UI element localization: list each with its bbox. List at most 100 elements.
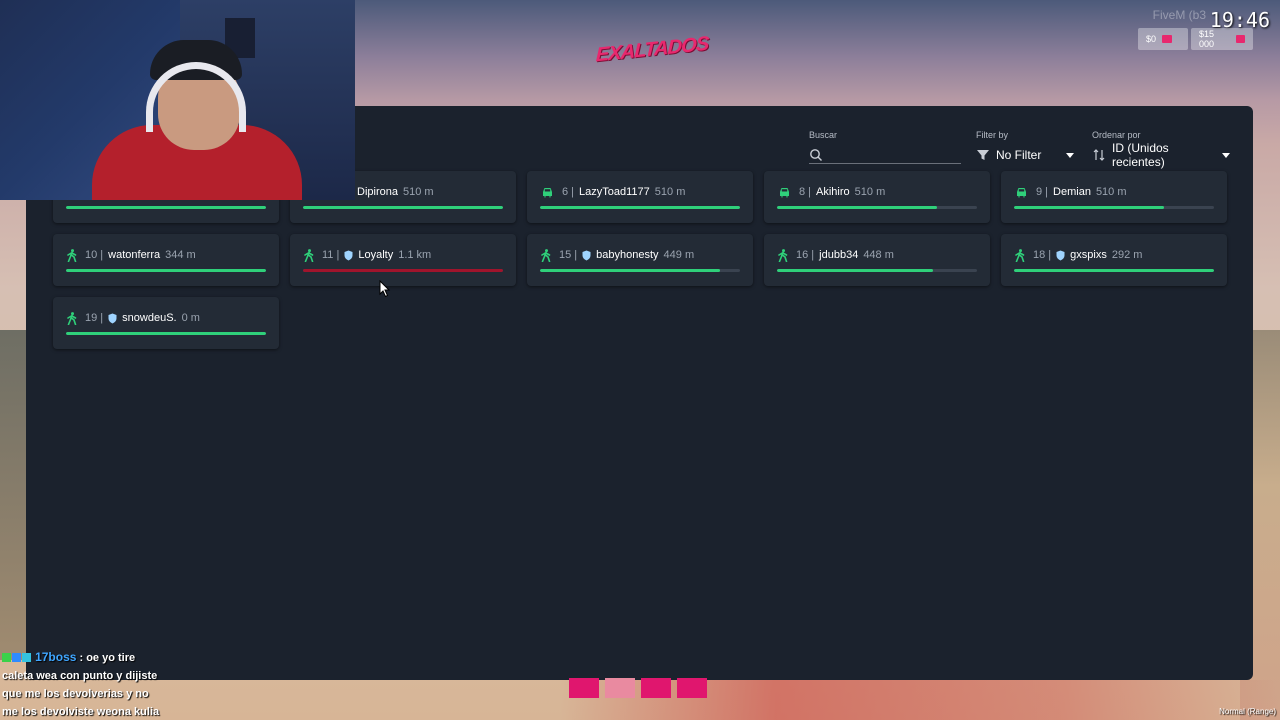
search-input[interactable] (809, 146, 961, 164)
player-name: Loyalty (358, 249, 394, 261)
player-card[interactable]: 19 | snowdeuS. 0 m (53, 297, 279, 349)
health-bar-fill (66, 206, 266, 209)
cash-display: $0 (1138, 28, 1188, 50)
health-bar-fill (777, 206, 937, 209)
player-card[interactable]: 16 | jdubb34 448 m (764, 234, 990, 286)
mouse-cursor-icon (379, 279, 391, 303)
player-card[interactable]: 18 | gxspixs 292 m (1001, 234, 1227, 286)
car-icon (778, 187, 791, 198)
health-bar (540, 269, 740, 272)
sort-dropdown[interactable]: ID (Unidos recientes) (1092, 141, 1230, 169)
sort-value: ID (Unidos recientes) (1112, 141, 1169, 169)
walking-icon (67, 248, 77, 262)
chat-text-line: que me los devolverias y no (2, 688, 149, 700)
health-bar (303, 269, 503, 272)
health-bar-fill (777, 269, 933, 272)
player-distance: 344 m (165, 249, 196, 261)
walking-icon (541, 248, 551, 262)
player-name: jdubb34 (819, 249, 859, 261)
player-card-header: 10 | watonferra 344 m (67, 248, 267, 262)
player-id: 19 | (85, 312, 104, 324)
cash-amount: $0 (1146, 34, 1157, 44)
filter-value: No Filter (996, 148, 1042, 162)
sort-icon (1092, 148, 1106, 162)
health-bar (1014, 269, 1214, 272)
player-card-header: 15 | babyhonesty 449 m (541, 248, 741, 262)
hotbar-slot[interactable] (569, 678, 599, 698)
player-card-header: 9 | Demian 510 m (1015, 185, 1215, 199)
health-bar-fill (66, 269, 266, 272)
player-name: Dipirona (357, 186, 398, 198)
player-distance: 510 m (654, 186, 686, 198)
chat-text-line: caleta wea con punto y dijiste (2, 670, 158, 682)
bank-icon (1235, 35, 1245, 43)
player-id: 16 | (796, 249, 815, 261)
player-distance: 449 m (663, 249, 695, 261)
shield-icon (582, 250, 591, 261)
hotbar (569, 678, 707, 698)
player-name: babyhonesty (596, 249, 659, 261)
player-id: 10 | (85, 249, 104, 261)
chat-username[interactable]: 17boss (35, 650, 76, 664)
health-bar-fill (303, 206, 503, 209)
badge-icon (22, 653, 31, 662)
chevron-down-icon (1222, 152, 1230, 158)
health-bar (540, 206, 740, 209)
player-card[interactable]: 15 | babyhonesty 449 m (527, 234, 753, 286)
voice-mode-label: Normal (Range) (1219, 707, 1276, 716)
player-card-header: 6 | LazyToad1177 510 m (541, 185, 741, 199)
chevron-down-icon (1066, 152, 1074, 158)
player-name: watonferra (108, 249, 161, 261)
filter-icon (976, 148, 990, 162)
player-name: gxspixs (1070, 249, 1107, 261)
player-card[interactable]: 6 | LazyToad1177 510 m (527, 171, 753, 223)
walking-icon (778, 248, 788, 262)
cash-icon (1162, 35, 1173, 43)
player-distance: 510 m (402, 186, 434, 198)
webcam-overlay (0, 0, 355, 200)
walking-icon (1015, 248, 1025, 262)
shield-icon (344, 250, 353, 261)
health-bar (1014, 206, 1214, 209)
fivem-watermark: FiveM (b3 (1152, 8, 1206, 22)
filter-control: Filter by No Filter (976, 130, 1074, 164)
filter-label: Filter by (976, 130, 1009, 140)
sort-control: Ordenar por ID (Unidos recientes) (1092, 130, 1230, 169)
player-id: 9 | (1036, 186, 1049, 198)
health-bar-fill (66, 332, 266, 335)
filter-dropdown[interactable]: No Filter (976, 146, 1074, 164)
player-card[interactable]: 10 | watonferra 344 m (53, 234, 279, 286)
player-card-header: 11 | Loyalty 1.1 km (304, 248, 504, 262)
health-bar-fill (1014, 206, 1164, 209)
bank-display: $15 000 (1191, 28, 1253, 50)
player-card[interactable]: 9 | Demian 510 m (1001, 171, 1227, 223)
player-card-header: 19 | snowdeuS. 0 m (67, 311, 267, 325)
player-name: LazyToad1177 (579, 186, 650, 198)
health-bar-fill (303, 269, 503, 272)
walking-icon (304, 248, 314, 262)
chat-text-line: me los devolviste weona kulia (2, 706, 160, 718)
hotbar-slot[interactable] (605, 678, 635, 698)
health-bar-fill (540, 206, 740, 209)
player-card-header: 18 | gxspixs 292 m (1015, 248, 1215, 262)
walking-icon (67, 311, 77, 325)
health-bar (303, 206, 503, 209)
hotbar-slot[interactable] (641, 678, 671, 698)
player-distance: 0 m (181, 312, 200, 324)
health-bar (66, 206, 266, 209)
bank-amount: $15 000 (1199, 29, 1215, 49)
player-id: 8 | (799, 186, 812, 198)
health-bar (66, 332, 266, 335)
player-id: 11 | (322, 249, 340, 261)
health-bar (66, 269, 266, 272)
player-distance: 292 m (1111, 249, 1143, 261)
hotbar-slot[interactable] (677, 678, 707, 698)
player-distance: 510 m (854, 186, 886, 198)
chat-text: : oe yo tire (79, 652, 136, 664)
player-id: 15 | (559, 249, 578, 261)
player-card[interactable]: 11 | Loyalty 1.1 km (290, 234, 516, 286)
search-icon (809, 148, 823, 162)
player-name: Demian (1053, 186, 1091, 198)
shield-icon (1056, 250, 1065, 261)
player-card[interactable]: 8 | Akihiro 510 m (764, 171, 990, 223)
